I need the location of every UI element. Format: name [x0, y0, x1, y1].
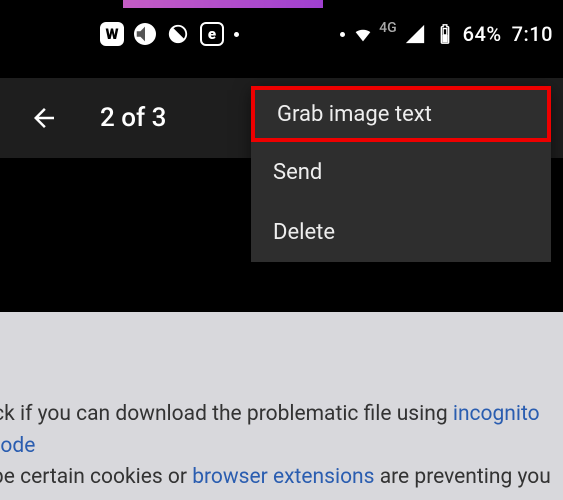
image-content-preview[interactable]: eck if you can download the problematic …	[0, 312, 563, 500]
app-e-icon: e	[200, 22, 224, 46]
notification-dot-icon	[340, 32, 345, 37]
arrow-left-icon	[29, 103, 59, 133]
photo-paragraph-1: eck if you can download the problematic …	[0, 399, 563, 500]
menu-item-send[interactable]: Send	[251, 142, 551, 202]
mute-icon	[134, 23, 156, 45]
battery-percent: 64%	[463, 22, 502, 46]
top-accent-bar	[123, 0, 323, 8]
signal-icon	[403, 22, 427, 46]
status-bar: W e 4G 64% 7:10	[0, 14, 563, 54]
back-button[interactable]	[24, 98, 64, 138]
menu-item-grab-image-text[interactable]: Grab image text	[251, 86, 551, 142]
status-left-icons: W e	[100, 22, 239, 46]
wifi-icon	[351, 22, 375, 46]
context-menu: Grab image text Send Delete	[251, 86, 551, 262]
app-w-icon: W	[100, 22, 124, 46]
notification-dot-icon	[234, 32, 239, 37]
image-counter: 2 of 3	[100, 103, 166, 133]
dnd-icon	[166, 22, 190, 46]
menu-item-delete[interactable]: Delete	[251, 202, 551, 262]
network-label: 4G	[379, 20, 397, 36]
clock-time: 7:10	[512, 22, 553, 46]
battery-icon	[433, 22, 457, 46]
status-right: 4G 64% 7:10	[340, 22, 553, 46]
